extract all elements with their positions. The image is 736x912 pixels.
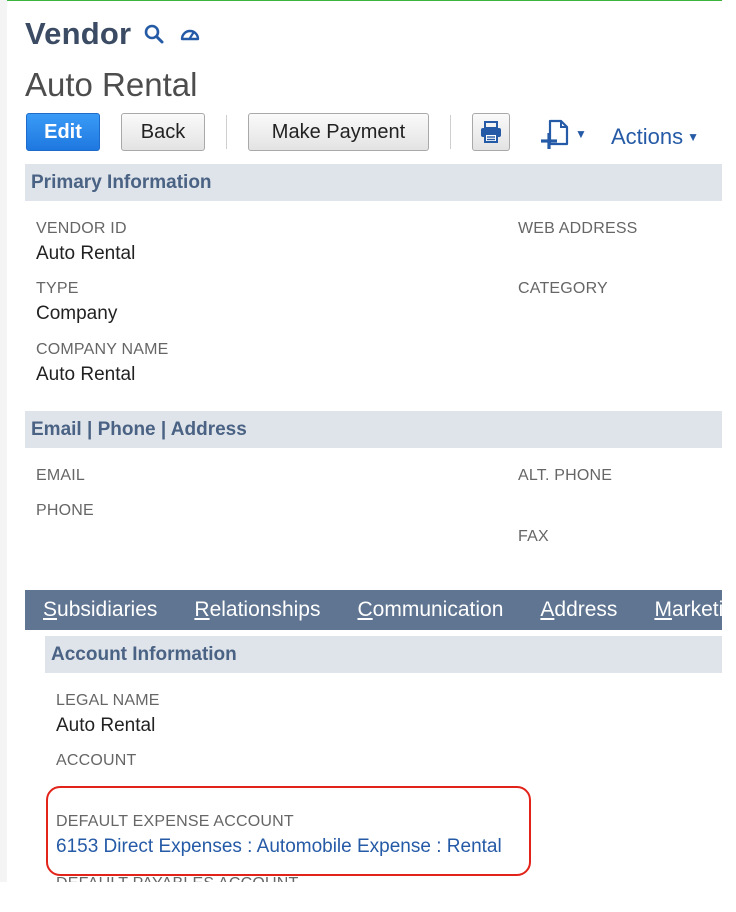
tab-communication[interactable]: Communication: [357, 598, 503, 622]
tab-relationships[interactable]: Relationships: [194, 598, 320, 622]
type-label: TYPE: [36, 280, 79, 297]
tab-label: elationships: [209, 598, 321, 621]
page-type-title: Vendor: [25, 16, 132, 51]
email-label: EMAIL: [36, 467, 86, 484]
primary-information-header[interactable]: Primary Information: [25, 164, 736, 201]
tab-access-key: C: [357, 598, 373, 621]
type-value: Company: [36, 303, 118, 324]
category-label: CATEGORY: [518, 280, 608, 297]
tab-access-key: A: [540, 598, 555, 621]
search-icon[interactable]: [143, 23, 165, 45]
phone-label: PHONE: [36, 502, 94, 519]
company-name-value: Auto Rental: [36, 364, 136, 385]
tab-label: ddress: [554, 598, 618, 621]
tab-label: ubsidiaries: [57, 598, 158, 621]
legal-name-label: LEGAL NAME: [56, 692, 160, 709]
annotation-highlight-box: [46, 786, 531, 876]
tab-subsidiaries[interactable]: Subsidiaries: [43, 598, 157, 622]
edit-button[interactable]: Edit: [26, 113, 100, 151]
print-button[interactable]: [472, 113, 510, 151]
email-phone-address-header[interactable]: Email | Phone | Address: [25, 411, 736, 448]
back-button[interactable]: Back: [121, 113, 205, 151]
alt-phone-label: ALT. PHONE: [518, 467, 613, 484]
tab-access-key: R: [194, 598, 210, 621]
toolbar-separator: [226, 115, 227, 149]
make-payment-button[interactable]: Make Payment: [248, 113, 429, 151]
actions-label: Actions: [611, 124, 684, 149]
account-information-header[interactable]: Account Information: [45, 636, 736, 673]
new-document-menu[interactable]: ▼: [541, 118, 587, 150]
default-payables-account-label: DEFAULT PAYABLES ACCOUNT: [56, 870, 299, 882]
left-gutter: [0, 0, 7, 912]
tab-label: ommunication: [372, 598, 504, 621]
company-name-label: COMPANY NAME: [36, 341, 169, 358]
tab-address[interactable]: Address: [540, 598, 617, 622]
legal-name-value: Auto Rental: [56, 715, 156, 736]
new-document-icon: [541, 119, 569, 149]
vendor-id-value: Auto Rental: [36, 243, 136, 264]
vendor-id-label: VENDOR ID: [36, 220, 127, 237]
record-name: Auto Rental: [25, 66, 198, 103]
page-type-header: Vendor: [25, 16, 201, 52]
account-label: ACCOUNT: [56, 752, 137, 769]
page-bottom: [0, 882, 736, 912]
toolbar-separator: [450, 115, 451, 149]
right-edge: [722, 0, 736, 912]
actions-menu[interactable]: Actions ▼: [611, 124, 699, 150]
chevron-down-icon: ▼: [575, 127, 587, 141]
printer-icon: [481, 121, 501, 143]
tab-access-key: M: [654, 598, 672, 621]
top-accent-line: [0, 0, 722, 1]
chevron-down-icon: ▼: [687, 130, 700, 144]
subtab-bar: Subsidiaries Relationships Communication…: [25, 590, 736, 630]
fax-label: FAX: [518, 528, 549, 545]
web-address-label: WEB ADDRESS: [518, 220, 638, 237]
dashboard-gauge-icon[interactable]: [179, 23, 201, 45]
tab-access-key: S: [43, 598, 58, 621]
